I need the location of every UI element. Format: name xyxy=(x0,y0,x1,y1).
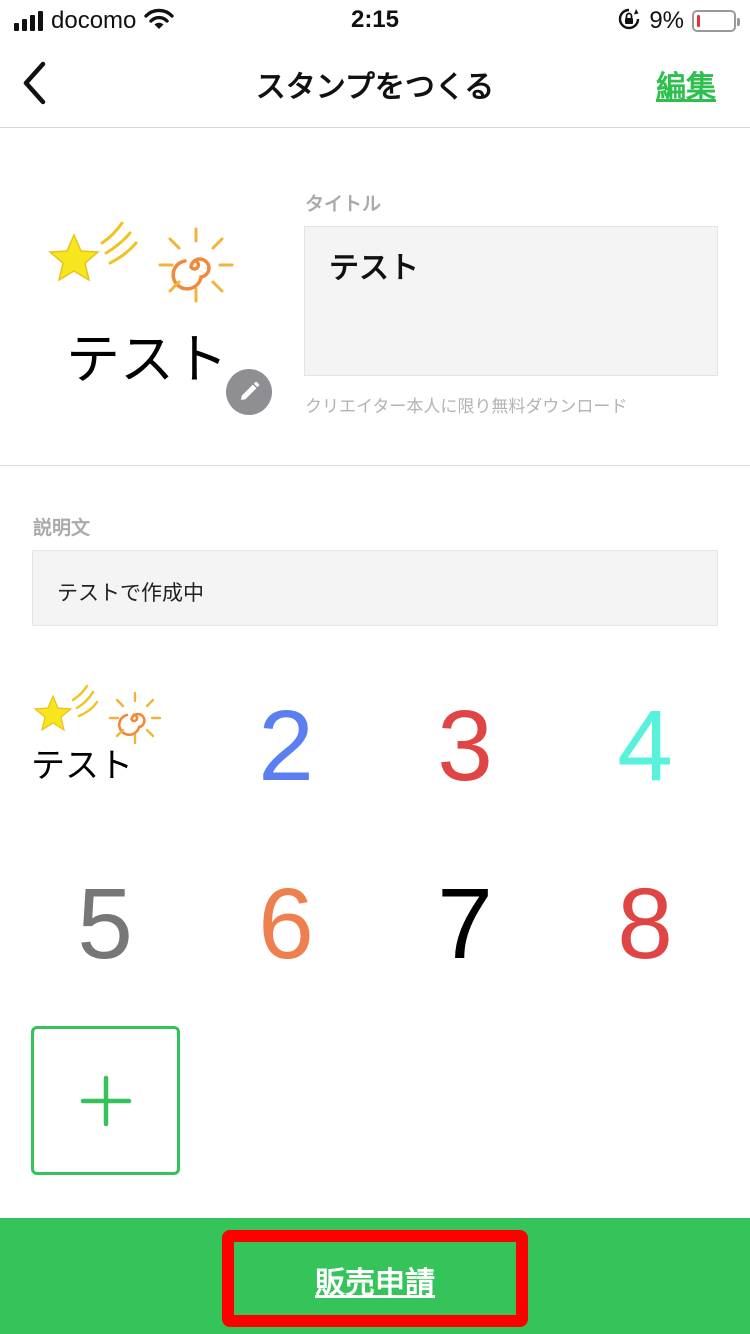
stamp-number: 8 xyxy=(617,868,673,980)
stamp-number: 6 xyxy=(258,868,314,980)
plus-icon xyxy=(80,1075,131,1126)
download-note: クリエイター本人に限り無料ダウンロード xyxy=(305,397,628,417)
stamp-item-6[interactable]: 6 xyxy=(196,834,376,1014)
stamp-item-7[interactable]: 7 xyxy=(375,834,555,1014)
stamp-thumb-image xyxy=(33,684,162,745)
title-value: テスト xyxy=(329,251,419,286)
submit-sale-button[interactable]: 販売申請 xyxy=(0,1258,750,1302)
sun-icon xyxy=(158,227,234,303)
page-title: スタンプをつくる xyxy=(255,70,495,105)
stamp-item-1[interactable]: テスト xyxy=(15,656,195,836)
description-value: テストで作成中 xyxy=(57,581,204,605)
pencil-icon xyxy=(241,381,260,400)
title-input[interactable]: テスト xyxy=(304,226,718,376)
stamp-number: 4 xyxy=(617,690,673,802)
description-label: 説明文 xyxy=(33,517,91,539)
stamp-item-5[interactable]: 5 xyxy=(15,834,195,1014)
cover-stamp-text: テスト xyxy=(66,328,228,391)
stamp-item-4[interactable]: 4 xyxy=(555,656,735,836)
stamp-number: 5 xyxy=(77,868,133,980)
stamp-number: 7 xyxy=(437,868,493,980)
sun-icon xyxy=(108,691,162,745)
battery-fill xyxy=(697,15,700,27)
stamp-item-8[interactable]: 8 xyxy=(555,834,735,1014)
stamp-number: 3 xyxy=(437,690,493,802)
edit-cover-button[interactable] xyxy=(226,369,272,415)
stamp-number: 2 xyxy=(258,690,314,802)
battery-percent: 9% xyxy=(649,7,684,34)
status-bar: docomo 2:15 9% xyxy=(0,0,750,40)
stamp-item-3[interactable]: 3 xyxy=(375,656,555,836)
battery-icon xyxy=(692,10,740,32)
star-icon xyxy=(48,233,100,282)
star-icon xyxy=(33,694,73,732)
edit-button[interactable]: 編集 xyxy=(656,62,716,106)
add-stamp-button[interactable] xyxy=(31,1026,180,1175)
title-label: タイトル xyxy=(305,193,382,215)
stamp-item-2[interactable]: 2 xyxy=(196,656,376,836)
nav-bar: スタンプをつくる 編集 xyxy=(0,40,750,128)
cover-section: テスト タイトル テスト クリエイター本人に限り無料ダウンロード xyxy=(0,129,750,466)
status-right: 9% xyxy=(617,6,740,36)
orientation-lock-icon xyxy=(617,7,641,35)
stamp-text: テスト xyxy=(31,746,133,786)
description-input[interactable]: テストで作成中 xyxy=(32,550,718,626)
